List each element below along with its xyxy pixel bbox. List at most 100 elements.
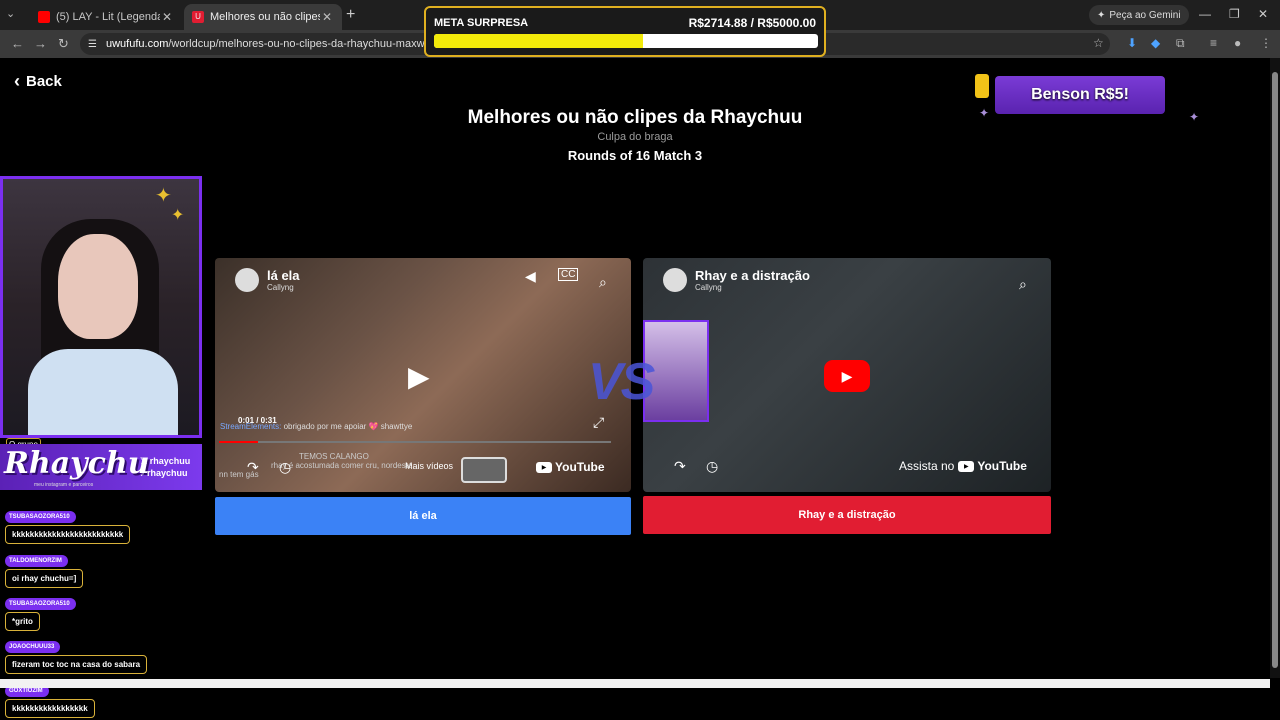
benson-label: Benson R$5! xyxy=(995,76,1165,114)
channel-avatar[interactable] xyxy=(663,268,687,292)
video-title[interactable]: Rhay e a distração xyxy=(695,268,810,283)
streamer-face xyxy=(58,234,138,339)
tab-search-icon[interactable]: ⌄ xyxy=(6,7,15,20)
captions-icon[interactable]: CC xyxy=(558,268,579,281)
download-icon[interactable]: ⬇ xyxy=(1127,36,1137,50)
video-header: lá ela Callyng xyxy=(235,268,300,292)
site-info-icon[interactable]: ☰ xyxy=(88,39,97,50)
chat-message: TSUBASAOZORA510 *grito xyxy=(5,592,76,631)
profile-avatar-icon[interactable]: ● xyxy=(1234,36,1241,50)
gemini-button[interactable]: ✦ Peça ao Gemini xyxy=(1089,5,1189,25)
scrollbar-thumb[interactable] xyxy=(1272,72,1278,668)
chat-text: fizeram toc toc na casa do sabara xyxy=(5,655,148,674)
chat-text: kkkkkkkkkkkkkkkkkkkkkkkkk xyxy=(5,525,131,544)
play-icon[interactable]: ▶ xyxy=(408,360,442,394)
watch-later-icon[interactable]: ◷ xyxy=(279,459,291,476)
gemini-label: Peça ao Gemini xyxy=(1109,9,1181,21)
stream-brand-panel: Rhaychu 𝕏 rhaychuu ♪ rhaychuu meu instag… xyxy=(0,444,202,490)
close-tab-icon[interactable]: ✕ xyxy=(160,10,174,24)
chat-username: JOAOCHUUU33 xyxy=(5,641,61,653)
tab-title: (5) LAY - Lit (Legendado/Tradu xyxy=(56,11,160,23)
minimize-icon[interactable]: — xyxy=(1199,7,1211,21)
brand-tagline: meu instagram e parceiros xyxy=(34,482,94,488)
goal-label: META SURPRESA xyxy=(434,17,529,29)
benson-alert-banner: Benson R$5! ✦ ✦ xyxy=(975,62,1205,126)
video-left-player[interactable]: lá ela Callyng ◀ CC ⌕ ▶ ⤢ 0:01 / 0:31 St… xyxy=(215,258,631,492)
vs-label: VS xyxy=(588,353,655,411)
youtube-text: YouTube xyxy=(555,460,605,474)
chevron-left-icon: ‹ xyxy=(14,71,20,91)
zoom-icon[interactable]: ⌕ xyxy=(1019,276,1027,293)
star-decoration-icon: ✦ xyxy=(171,207,185,224)
chat-text: *grito xyxy=(5,612,40,631)
stream-line: rhay é acostumada comer cru, nordeste xyxy=(271,461,413,470)
vertical-scrollbar[interactable] xyxy=(1270,58,1280,678)
extensions-puzzle-icon[interactable]: ⧉ xyxy=(1176,36,1185,51)
chat-username: TALDOMENORZIM xyxy=(5,555,68,567)
url-host: uwufufu.com xyxy=(106,38,169,50)
overlay-text: obrigado por me apoiar 💖 shawttye xyxy=(283,422,413,431)
youtube-logo[interactable]: ▶ YouTube xyxy=(536,460,605,474)
back-arrow-icon[interactable]: ← xyxy=(11,36,24,51)
channel-name[interactable]: Callyng xyxy=(267,283,300,292)
zoom-icon[interactable]: ⌕ xyxy=(599,274,607,291)
goal-progress-bar xyxy=(434,34,818,48)
page-subtitle: Culpa do braga xyxy=(597,131,673,143)
new-tab-button[interactable]: + xyxy=(346,6,355,24)
webcam-feed: ✦ ✦ xyxy=(0,176,202,438)
chat-text: kkkkkkkkkkkkkkkkk xyxy=(5,699,95,718)
goal-amount: R$2714.88 / R$5000.00 xyxy=(688,16,816,30)
overlay-user: StreamElements: xyxy=(220,422,282,431)
channel-avatar[interactable] xyxy=(235,268,259,292)
donation-goal-overlay: META SURPRESA R$2714.88 / R$5000.00 xyxy=(424,6,826,57)
choose-right-button[interactable]: Rhay e a distração xyxy=(643,496,1051,534)
more-videos-thumbnail[interactable] xyxy=(461,457,507,483)
coin-icon xyxy=(975,74,989,98)
assista-label: Assista no xyxy=(899,459,955,473)
brand-logo: Rhaychu xyxy=(4,446,150,481)
more-videos-label[interactable]: Mais vídeos xyxy=(405,461,453,471)
close-tab-icon[interactable]: ✕ xyxy=(320,10,334,24)
chat-username: TSUBASAOZORA510 xyxy=(5,511,76,523)
star-decoration-icon: ✦ xyxy=(155,185,172,207)
tab-title: Melhores ou não clipes da Rha xyxy=(210,11,320,23)
chat-message: TALDOMENORZIM oi rhay chuchu=] xyxy=(5,549,84,588)
video-title[interactable]: lá ela xyxy=(267,268,300,283)
chat-text: oi rhay chuchu=] xyxy=(5,569,84,588)
chat-message: TSUBASAOZORA510 kkkkkkkkkkkkkkkkkkkkkkkk… xyxy=(5,505,131,544)
share-icon[interactable]: ↷ xyxy=(247,459,259,476)
bookmark-star-icon[interactable]: ☆ xyxy=(1093,36,1104,50)
back-label: Back xyxy=(26,73,62,90)
forward-arrow-icon[interactable]: → xyxy=(34,36,47,51)
restore-icon[interactable]: ❐ xyxy=(1229,7,1240,21)
choose-left-button[interactable]: lá ela xyxy=(215,497,631,535)
stream-overlay-message: StreamElements: obrigado por me apoiar 💖… xyxy=(220,422,412,431)
youtube-text: YouTube xyxy=(977,459,1027,473)
chat-username: TSUBASAOZORA510 xyxy=(5,598,76,610)
video-progress-bar[interactable] xyxy=(219,441,611,443)
watch-on-youtube-link[interactable]: Assista no ▶ YouTube xyxy=(899,459,1027,473)
social-tiktok: ♪ rhaychuu xyxy=(140,468,188,478)
tab-uwufufu[interactable]: U Melhores ou não clipes da Rha ✕ xyxy=(184,4,342,30)
youtube-play-button[interactable]: ▶ xyxy=(824,360,870,392)
media-control-icon[interactable]: ≡ xyxy=(1210,36,1217,50)
menu-kebab-icon[interactable]: ⋮ xyxy=(1260,36,1272,50)
chat-message: JOAOCHUUU33 fizeram toc toc na casa do s… xyxy=(5,635,148,674)
reload-icon[interactable]: ↻ xyxy=(58,36,69,52)
channel-name[interactable]: Callyng xyxy=(695,283,810,292)
volume-icon[interactable]: ◀ xyxy=(525,268,536,285)
streamer-body xyxy=(28,349,178,435)
uwufufu-favicon-icon: U xyxy=(192,11,204,23)
goal-progress-fill xyxy=(434,34,643,48)
watch-later-icon[interactable]: ◷ xyxy=(706,458,718,475)
fullscreen-icon[interactable]: ⤢ xyxy=(593,414,604,431)
share-icon[interactable]: ↷ xyxy=(674,458,686,475)
extension-gem-icon[interactable]: ◆ xyxy=(1151,36,1160,50)
stream-line: TEMOS CALANGO xyxy=(299,452,369,461)
horizontal-scrollbar[interactable] xyxy=(0,679,1270,688)
back-button[interactable]: ‹ Back xyxy=(14,71,62,92)
social-twitter: 𝕏 rhaychuu xyxy=(140,456,191,466)
tab-youtube[interactable]: (5) LAY - Lit (Legendado/Tradu ✕ xyxy=(30,4,182,30)
youtube-favicon-icon xyxy=(38,11,50,23)
close-window-icon[interactable]: ✕ xyxy=(1258,7,1268,21)
